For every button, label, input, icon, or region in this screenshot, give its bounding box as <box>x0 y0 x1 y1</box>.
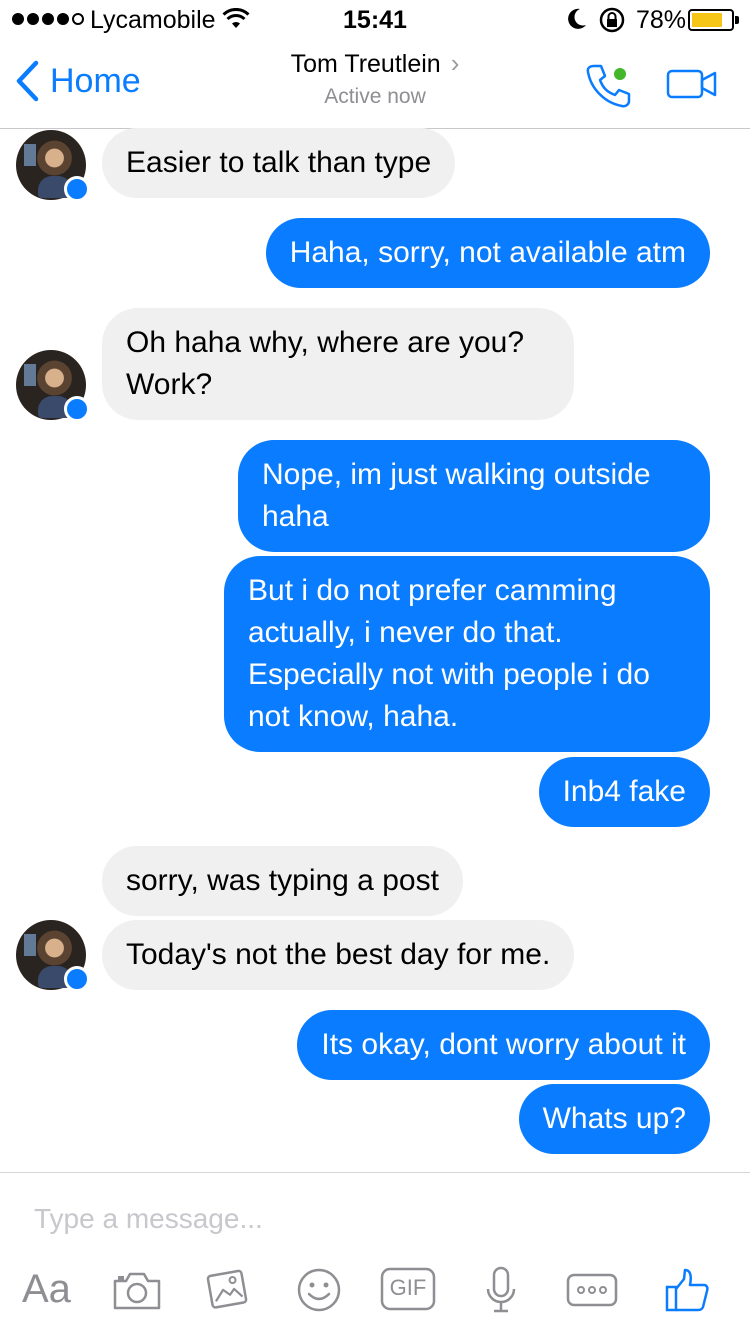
incoming-message[interactable]: Easier to talk than type <box>102 128 456 198</box>
status-bar: Lycamobile 15:41 78% <box>0 0 750 40</box>
composer-toolbar: Aa GIF <box>0 1265 750 1325</box>
outgoing-message[interactable]: Nope, im just walking outside haha <box>238 440 710 552</box>
incoming-message[interactable]: Today's not the best day for me. <box>102 920 575 990</box>
outgoing-message[interactable]: Whats up? <box>518 1084 710 1154</box>
contact-avatar[interactable] <box>16 350 90 422</box>
microphone-icon[interactable] <box>484 1265 518 1320</box>
gif-label: GIF <box>389 1275 427 1300</box>
video-call-button[interactable] <box>666 68 718 105</box>
more-icon[interactable] <box>566 1273 618 1312</box>
outgoing-message[interactable]: Inb4 fake <box>538 757 710 827</box>
online-indicator <box>614 68 626 80</box>
text-format-button[interactable]: Aa <box>22 1267 71 1312</box>
messenger-badge-icon <box>64 396 90 422</box>
outgoing-message[interactable]: But i do not prefer camming actually, i … <box>224 556 710 752</box>
contact-title[interactable]: Tom Treutlein › Active now <box>0 48 750 109</box>
do-not-disturb-icon <box>566 7 588 36</box>
phone-icon <box>586 64 631 108</box>
voice-call-button[interactable] <box>584 62 632 115</box>
contact-name: Tom Treutlein <box>290 50 441 78</box>
chevron-right-icon: › <box>450 48 460 78</box>
camera-icon[interactable] <box>112 1269 162 1316</box>
battery-icon <box>688 9 739 31</box>
message-input[interactable]: Type a message... <box>34 1203 263 1235</box>
outgoing-message[interactable]: Its okay, dont worry about it <box>297 1010 710 1080</box>
conversation-header: Home Tom Treutlein › Active now <box>0 40 750 129</box>
message-composer: Type a message... Aa GIF <box>0 1172 750 1335</box>
emoji-icon[interactable] <box>296 1267 342 1318</box>
outgoing-message[interactable]: Haha, sorry, not available atm <box>265 218 710 288</box>
contact-avatar[interactable] <box>16 130 90 202</box>
messenger-badge-icon <box>64 966 90 992</box>
incoming-message[interactable]: Oh haha why, where are you? Work? <box>102 308 574 420</box>
like-icon[interactable] <box>664 1267 710 1318</box>
incoming-message[interactable]: sorry, was typing a post <box>102 846 463 916</box>
video-camera-icon <box>666 69 717 99</box>
battery-percent: 78% <box>636 6 687 34</box>
gallery-icon[interactable] <box>204 1265 252 1318</box>
gif-button[interactable]: GIF <box>380 1267 436 1316</box>
orientation-lock-icon <box>598 6 626 39</box>
messenger-badge-icon <box>64 176 90 202</box>
active-status: Active now <box>324 85 426 108</box>
contact-avatar[interactable] <box>16 920 90 992</box>
